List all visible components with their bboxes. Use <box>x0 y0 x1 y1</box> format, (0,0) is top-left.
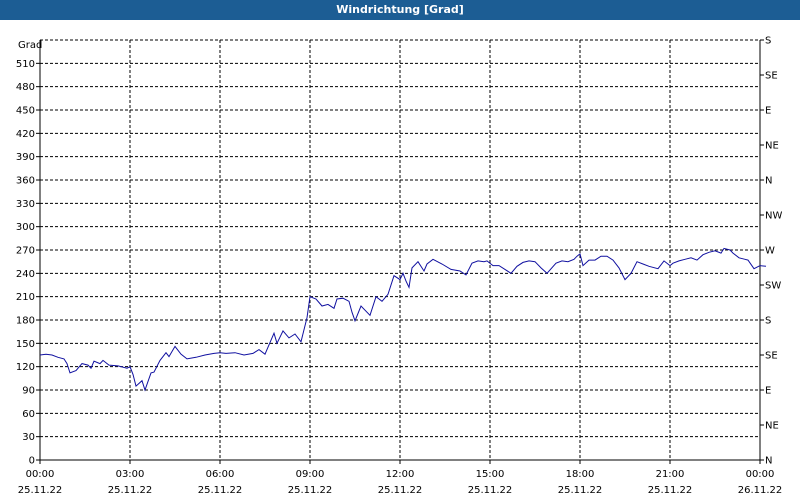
y-tick-label: 270 <box>16 246 35 257</box>
y-tick-label: 60 <box>22 409 35 420</box>
x-tick-time-label: 12:00 <box>386 469 415 480</box>
x-tick-date-label: 25.11.22 <box>468 485 513 496</box>
y-tick-label: 330 <box>16 199 35 210</box>
x-tick-time-label: 09:00 <box>296 469 325 480</box>
right-axis-direction-label: S <box>765 316 771 327</box>
right-axis-direction-label: N <box>765 456 772 467</box>
x-tick-date-label: 25.11.22 <box>558 485 603 496</box>
x-tick-time-label: 00:00 <box>26 469 55 480</box>
right-axis-direction-label: SE <box>765 351 778 362</box>
y-tick-label: 360 <box>16 176 35 187</box>
chart-title: Windrichtung [Grad] <box>0 0 800 20</box>
right-axis-direction-label: E <box>765 386 771 397</box>
y-tick-label: 150 <box>16 339 35 350</box>
x-tick-time-label: 00:00 <box>746 469 775 480</box>
x-tick-date-label: 25.11.22 <box>378 485 423 496</box>
y-tick-label: 240 <box>16 269 35 280</box>
right-axis-direction-label: S <box>765 36 771 47</box>
y-tick-label: 390 <box>16 152 35 163</box>
x-tick-time-label: 15:00 <box>476 469 505 480</box>
y-tick-label: 120 <box>16 362 35 373</box>
y-axis-label: Grad <box>18 40 42 51</box>
series-layer <box>39 247 767 392</box>
x-tick-time-label: 06:00 <box>206 469 235 480</box>
x-tick-date-label: 26.11.22 <box>738 485 783 496</box>
x-tick-date-label: 25.11.22 <box>648 485 693 496</box>
chart-plot: 0 30 60 90 120 150 180 210 240 270 300 330 360 390 420… <box>16 36 783 497</box>
y-tick-label: 480 <box>16 82 35 93</box>
y-tick-label: 210 <box>16 292 35 303</box>
x-tick-date-label: 25.11.22 <box>288 485 333 496</box>
y-tick-label: 30 <box>22 432 35 443</box>
y-tick-label: 510 <box>16 59 35 70</box>
labels-layer: 0 30 60 90 120 150 180 210 240 270 300 330 360 390 420… <box>16 36 783 497</box>
right-axis-direction-label: SW <box>765 281 781 292</box>
y-tick-label: 90 <box>22 386 35 397</box>
y-tick-label: 450 <box>16 106 35 117</box>
right-axis-direction-label: N <box>765 176 772 187</box>
wind-direction-line <box>39 247 767 392</box>
y-tick-label: 0 <box>29 456 35 467</box>
y-tick-label: 180 <box>16 316 35 327</box>
grid-layer <box>40 39 760 460</box>
x-tick-time-label: 18:00 <box>566 469 595 480</box>
y-tick-label: 300 <box>16 222 35 233</box>
x-tick-time-label: 03:00 <box>116 469 145 480</box>
right-axis-direction-label: NE <box>765 421 779 432</box>
right-axis-direction-label: NE <box>765 141 779 152</box>
right-axis-direction-label: E <box>765 106 771 117</box>
x-tick-date-label: 25.11.22 <box>108 485 153 496</box>
x-tick-date-label: 25.11.22 <box>18 485 63 496</box>
right-axis-direction-label: SE <box>765 71 778 82</box>
x-tick-time-label: 21:00 <box>656 469 685 480</box>
x-tick-date-label: 25.11.22 <box>198 485 243 496</box>
y-tick-label: 420 <box>16 129 35 140</box>
right-axis-direction-label: W <box>765 246 775 257</box>
right-axis-direction-label: NW <box>765 211 782 222</box>
